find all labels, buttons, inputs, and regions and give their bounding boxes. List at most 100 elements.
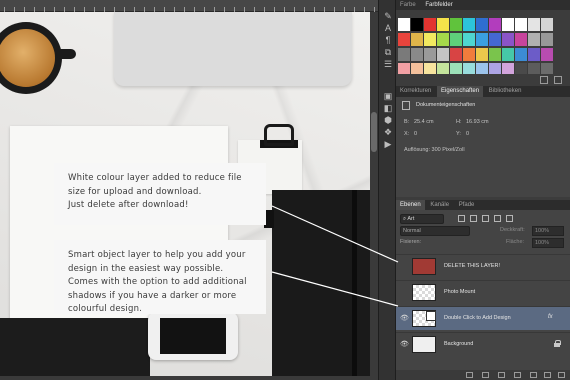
trash-icon[interactable] xyxy=(554,76,562,84)
color-swatch[interactable] xyxy=(489,33,501,46)
delete-layer-icon[interactable] xyxy=(558,372,565,378)
color-swatch[interactable] xyxy=(476,48,488,61)
layer-row[interactable]: 👁 Background xyxy=(396,332,570,356)
resolution-text: Auflösung: 300 Pixel/Zoll xyxy=(404,147,465,153)
panel-tool-icon[interactable]: ▣ xyxy=(382,90,394,102)
color-swatch[interactable] xyxy=(450,33,462,46)
color-swatch[interactable] xyxy=(463,18,475,31)
document-canvas[interactable]: White colour layer added to reduce file … xyxy=(0,0,378,380)
filter-type-icon[interactable] xyxy=(482,215,489,222)
add-mask-icon[interactable] xyxy=(498,372,505,378)
color-swatch[interactable] xyxy=(450,48,462,61)
color-swatch[interactable] xyxy=(502,18,514,31)
eye-icon[interactable] xyxy=(400,289,408,297)
tab-properties[interactable]: Eigenschaften xyxy=(437,86,484,97)
fx-icon[interactable]: fx xyxy=(548,314,553,320)
layer-row[interactable]: Photo Mount xyxy=(396,280,570,304)
panel-tool-icon[interactable]: ◧ xyxy=(382,102,394,114)
eye-icon[interactable] xyxy=(400,263,408,271)
color-swatch[interactable] xyxy=(424,33,436,46)
panel-tool-icon[interactable]: ☰ xyxy=(382,58,394,70)
color-swatch[interactable] xyxy=(450,18,462,31)
annotation-white-layer: White colour layer added to reduce file … xyxy=(54,163,266,225)
layer-kind-filter[interactable]: ⌕ Art xyxy=(400,214,444,224)
panel-tool-icon[interactable]: ¶ xyxy=(382,34,394,46)
color-swatch[interactable] xyxy=(411,18,423,31)
panel-tool-icon[interactable]: ❖ xyxy=(382,126,394,138)
color-swatch[interactable] xyxy=(476,18,488,31)
color-swatch[interactable] xyxy=(411,33,423,46)
layer-row[interactable]: DELETE THIS LAYER! xyxy=(396,254,570,278)
color-swatch[interactable] xyxy=(398,18,410,31)
search-icon: ⌕ xyxy=(403,216,407,222)
color-swatch[interactable] xyxy=(424,18,436,31)
layer-name[interactable]: Background xyxy=(444,341,473,347)
color-swatch[interactable] xyxy=(541,18,553,31)
layer-thumbnail xyxy=(412,284,436,301)
canvas-scroll-thumb[interactable] xyxy=(371,112,377,152)
x-value[interactable]: 0 xyxy=(414,131,417,137)
new-group-icon[interactable] xyxy=(530,372,537,378)
layer-name[interactable]: Photo Mount xyxy=(444,289,475,295)
link-layers-icon[interactable] xyxy=(466,372,473,378)
color-swatch[interactable] xyxy=(437,48,449,61)
color-swatch[interactable] xyxy=(515,18,527,31)
filter-smart-object-icon[interactable] xyxy=(506,215,513,222)
tab-color[interactable]: Farbe xyxy=(400,2,416,8)
height-value[interactable]: 16.93 cm xyxy=(466,119,489,125)
phone-screen xyxy=(160,318,226,354)
tab-libraries[interactable]: Bibliotheken xyxy=(485,86,526,97)
color-swatch[interactable] xyxy=(528,33,540,46)
color-swatch[interactable] xyxy=(411,48,423,61)
panel-tool-icon[interactable]: ⬢ xyxy=(382,114,394,126)
new-layer-icon[interactable] xyxy=(544,372,551,378)
color-swatch[interactable] xyxy=(437,33,449,46)
new-fill-layer-icon[interactable] xyxy=(514,372,521,378)
layer-name[interactable]: Double Click to Add Design xyxy=(444,315,511,321)
color-swatch[interactable] xyxy=(528,48,540,61)
canvas-vertical-scrollbar[interactable] xyxy=(370,12,378,380)
filter-shape-icon[interactable] xyxy=(494,215,501,222)
color-swatch[interactable] xyxy=(437,18,449,31)
color-swatch[interactable] xyxy=(502,33,514,46)
panel-icon-strip: ✎ A ¶ ⧉ ☰ ▣ ◧ ⬢ ❖ ▶ xyxy=(378,0,396,380)
y-value[interactable]: 0 xyxy=(466,131,469,137)
color-swatch[interactable] xyxy=(515,33,527,46)
panel-tool-icon[interactable]: ▶ xyxy=(382,138,394,150)
fill-field[interactable]: 100% xyxy=(532,238,564,248)
color-swatch[interactable] xyxy=(398,33,410,46)
color-swatch[interactable] xyxy=(541,33,553,46)
color-swatch[interactable] xyxy=(528,18,540,31)
color-swatch[interactable] xyxy=(463,33,475,46)
add-style-icon[interactable] xyxy=(482,372,489,378)
swatch-row xyxy=(398,48,554,62)
color-swatch[interactable] xyxy=(476,33,488,46)
color-swatch[interactable] xyxy=(489,48,501,61)
panel-tool-icon[interactable]: A xyxy=(382,22,394,34)
color-swatch[interactable] xyxy=(489,18,501,31)
layer-name[interactable]: DELETE THIS LAYER! xyxy=(444,263,500,269)
tab-adjustments[interactable]: Korrekturen xyxy=(396,86,435,97)
canvas-horizontal-scrollbar[interactable] xyxy=(0,376,370,380)
layer-row[interactable]: 👁 Double Click to Add Design fx xyxy=(396,306,570,330)
panel-tool-icon[interactable]: ⧉ xyxy=(382,46,394,58)
new-swatch-icon[interactable] xyxy=(540,76,548,84)
filter-adjustment-icon[interactable] xyxy=(470,215,477,222)
color-swatch[interactable] xyxy=(541,48,553,61)
eye-icon[interactable]: 👁 xyxy=(400,315,409,323)
color-swatch[interactable] xyxy=(515,48,527,61)
tab-swatches[interactable]: Farbfelder xyxy=(425,2,452,8)
phone-prop xyxy=(148,312,238,360)
eye-icon[interactable]: 👁 xyxy=(400,341,409,349)
filter-pixel-icon[interactable] xyxy=(458,215,465,222)
dark-object-prop xyxy=(0,318,150,380)
color-swatch[interactable] xyxy=(463,48,475,61)
annotation-smart-object-text: Smart object layer to help you add your … xyxy=(68,250,247,314)
panel-tool-icon[interactable]: ✎ xyxy=(382,10,394,22)
width-value[interactable]: 25.4 cm xyxy=(414,119,434,125)
blend-mode-select[interactable]: Normal xyxy=(400,226,470,236)
color-swatch[interactable] xyxy=(502,48,514,61)
color-swatch[interactable] xyxy=(398,48,410,61)
color-swatch[interactable] xyxy=(424,48,436,61)
opacity-field[interactable]: 100% xyxy=(532,226,564,236)
